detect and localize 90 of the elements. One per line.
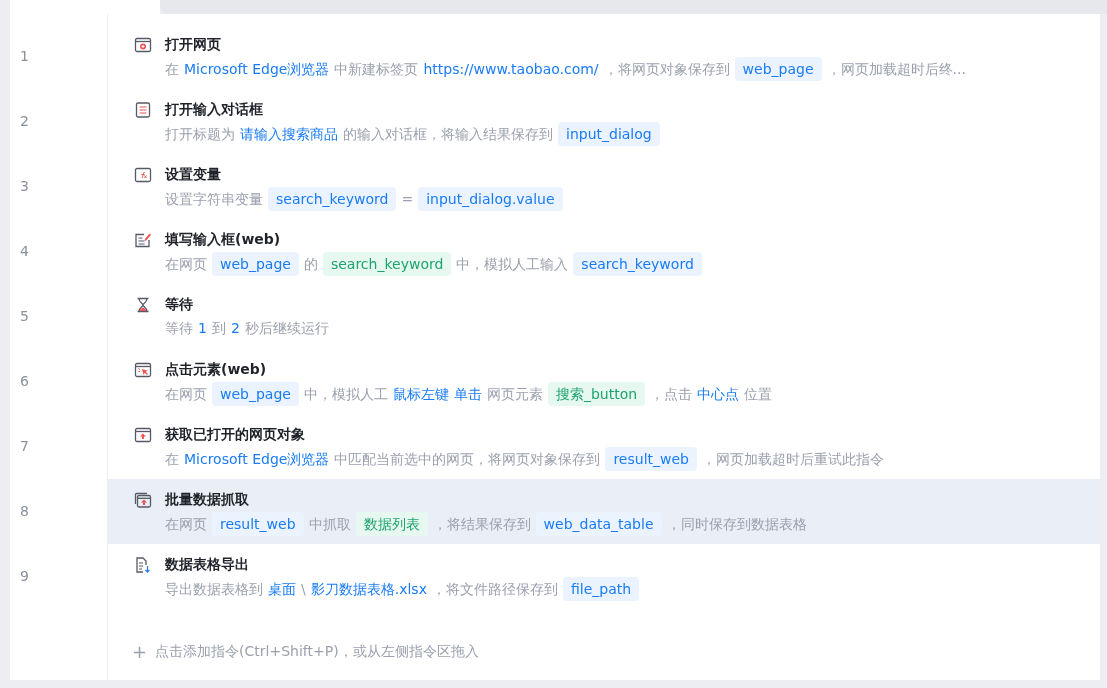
description-text: ，将文件路径保存到 [431,580,558,599]
line-number: 6 [20,372,29,391]
parameter-value: 2 [230,319,240,338]
step-title: 填写输入框(web) [165,230,282,249]
description-text: ，网页加载超时后重试此指令 [701,450,884,469]
description-text: 中匹配当前选中的网页，将网页对象保存到 [334,450,601,469]
flow-step-row[interactable]: 批量数据抓取 在网页 result_web 中抓取 数据列表 ，将结果保存到 web_data_table ，同时保存到数据表格 [108,479,1100,544]
description-text: 中，模拟人工输入 [456,255,569,274]
description-text: = [401,190,414,209]
step-title: 等待 [165,295,194,314]
list-icon [134,101,152,119]
add-icon: + [132,642,148,661]
description-text: ，点击 [650,385,693,404]
variable-tag: web_page [212,252,299,276]
line-number: 7 [20,437,29,456]
flow-step-row[interactable]: 打开网页 在 Microsoft Edge浏览器 中新建标签页 https://www.taobao.com/ ，将网页对象保存到 web_page ，网页加载超时后终... [108,24,1100,89]
description-text: 网页元素 [486,385,543,404]
flow-step-row[interactable]: 数据表格导出 导出数据表格到 桌面 \ 影刀数据表格.xlsx ，将文件路径保存到 file_path [108,544,1100,609]
step-title: 批量数据抓取 [165,490,250,509]
variable-tag: web_page [734,57,822,81]
variable-tag: input_dialog [558,122,660,146]
variable-tag: search_keyword [573,252,702,276]
description-text: \ [301,580,306,599]
click-icon [134,361,152,379]
description-text: 到 [211,319,226,338]
description-text: 设置字符串变量 [165,190,263,209]
line-number: 1 [20,47,29,66]
line-number: 3 [20,177,29,196]
line-number: 5 [20,307,29,326]
parameter-value: 桌面 [268,580,296,599]
step-title: 打开网页 [165,35,222,54]
flow-step-row[interactable]: 填写输入框(web) 在网页 web_page 的 search_keyword 中，模拟人工输入 search_keyword [108,219,1100,284]
description-text: 在网页 [165,515,207,534]
flow-step-row[interactable]: 获取已打开的网页对象 在 Microsoft Edge浏览器 中匹配当前选中的网页，将网页对象保存到 result_web ，网页加载超时后重试此指令 [108,414,1100,479]
element-tag: search_keyword [322,252,452,276]
parameter-value: Microsoft Edge浏览器 [184,60,330,79]
browser-plus-icon [134,36,152,54]
variable-tag: search_keyword [268,187,397,211]
variable-tag: input_dialog.value [418,187,563,211]
description-text: 在 [165,60,179,79]
parameter-value: https://www.taobao.com/ [423,60,599,79]
description-text: ，同时保存到数据表格 [666,515,807,534]
line-number: 8 [20,502,29,521]
parameter-value: 中心点 [697,385,740,404]
flow-step-row[interactable]: 等待 等待 1 到 2 秒后继续运行 [108,284,1100,349]
form-edit-icon [134,231,152,249]
browser-upload-icon [134,491,152,509]
description-text: 在网页 [165,385,207,404]
step-title: 数据表格导出 [165,555,250,574]
step-title: 点击元素(web) [165,360,268,379]
parameter-value: 单击 [453,385,482,404]
parameter-value: 1 [198,319,207,338]
element-tag: 搜索_button [547,382,646,406]
variable-tag: result_web [605,447,697,471]
description-text: ，将结果保存到 [432,515,531,534]
description-text: 等待 [165,319,193,338]
parameter-value: Microsoft Edge浏览器 [184,450,330,469]
variable-tag: result_web [212,512,304,536]
variable-tag: web_data_table [535,512,662,536]
line-number: 2 [20,112,29,131]
description-text: 打开标题为 [165,125,235,144]
variable-tag: file_path [562,577,640,601]
description-text: 秒后继续运行 [244,319,329,338]
parameter-value: 请输入搜索商品 [240,125,338,144]
description-text: ，将网页对象保存到 [603,60,730,79]
line-number: 9 [20,567,29,586]
description-text: 在 [165,450,179,469]
variable-tag: web_page [212,382,299,406]
step-title: 获取已打开的网页对象 [165,425,306,444]
description-text: 位置 [744,385,773,404]
description-text: 在网页 [165,255,207,274]
description-text: 导出数据表格到 [165,580,263,599]
description-text: 中新建标签页 [334,60,419,79]
step-title: 打开输入对话框 [165,100,264,119]
parameter-value: 影刀数据表格.xlsx [310,580,427,599]
flow-step-row[interactable]: 设置变量 设置字符串变量 search_keyword = input_dialog.value [108,154,1100,219]
description-text: 中抓取 [308,515,351,534]
description-text: 的输入对话框，将输入结果保存到 [343,125,553,144]
description-text: ，网页加载超时后终... [826,60,966,79]
step-title: 设置变量 [165,165,222,184]
browser-upload-icon [134,426,152,444]
description-text: 的 [303,255,318,274]
description-text: 中，模拟人工 [303,385,388,404]
element-tag: 数据列表 [355,512,428,536]
document-download-icon [134,556,152,574]
flow-step-row[interactable]: 点击元素(web) 在网页 web_page 中，模拟人工 鼠标左键 单击 网页元素 搜索_button ，点击 中心点 位置 [108,349,1100,414]
flow-step-row[interactable]: 打开输入对话框 打开标题为 请输入搜索商品 的输入对话框，将输入结果保存到 input_dialog [108,89,1100,154]
function-icon [134,166,152,184]
line-number: 4 [20,242,29,261]
parameter-value: 鼠标左键 [392,385,449,404]
